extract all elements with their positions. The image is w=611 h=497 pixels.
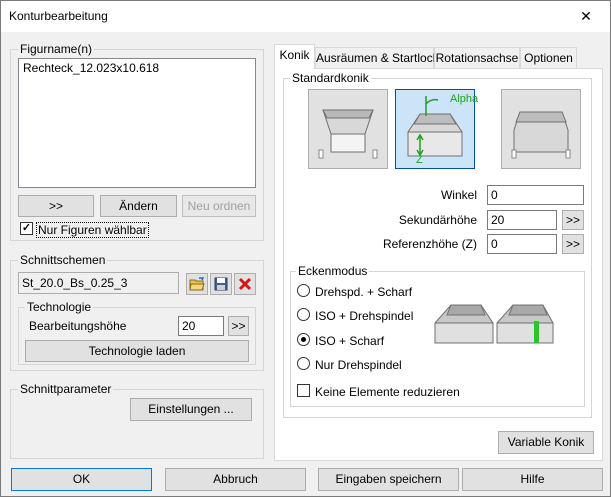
figure-list[interactable]: Rechteck_12.023x10.618 (18, 58, 256, 188)
tab-konik[interactable]: Konik (274, 44, 315, 69)
corner-mode-label-0: Drehspd. + Scharf (315, 285, 413, 299)
reference-height-button[interactable]: >> (562, 234, 584, 254)
winkel-label: Winkel (440, 188, 477, 202)
reorder-button[interactable]: Neu ordnen (182, 195, 256, 217)
winkel-input[interactable]: 0 (487, 185, 584, 205)
reduce-elements-checkbox[interactable] (297, 384, 310, 397)
cancel-button[interactable]: Abbruch (165, 468, 306, 491)
secondary-height-button[interactable]: >> (562, 210, 584, 230)
corner-mode-label-2: ISO + Scharf (315, 334, 385, 348)
schnittparameter-group-label: Schnittparameter (18, 382, 114, 396)
cut-scheme-field[interactable]: St_20.0_Bs_0.25_3 (18, 272, 179, 294)
corner-mode-radio-1[interactable] (297, 308, 310, 321)
secondary-height-input[interactable]: 20 (487, 210, 557, 230)
corner-mode-label-3: Nur Drehspindel (315, 358, 402, 372)
corner-mode-radio-2[interactable] (297, 333, 310, 346)
machining-height-button[interactable]: >> (228, 316, 249, 336)
technologie-group-label: Technologie (25, 300, 94, 314)
settings-button[interactable]: Einstellungen ... (130, 398, 252, 421)
move-figure-button[interactable]: >> (18, 195, 94, 217)
standardkonik-group-label: Standardkonik (290, 71, 371, 85)
change-button[interactable]: Ändern (100, 195, 177, 217)
corner-mode-radio-0[interactable] (297, 284, 310, 297)
save-inputs-button[interactable]: Eingaben speichern (318, 468, 459, 491)
title-bar: Konturbearbeitung ✕ (1, 1, 610, 32)
reference-height-input[interactable]: 0 (487, 234, 557, 254)
machining-height-input[interactable]: 20 (178, 316, 224, 336)
corner-mode-preview-icon (434, 304, 554, 344)
schnittschemen-group-label: Schnittschemen (18, 253, 108, 267)
reference-height-label: Referenzhöhe (Z) (382, 237, 477, 251)
taper-variable-button[interactable] (501, 89, 581, 169)
alpha-label: Alpha (450, 93, 479, 105)
machining-height-label: Bearbeitungshöhe (29, 319, 127, 333)
eckenmodus-group-label: Eckenmodus (296, 264, 370, 278)
variable-konik-button[interactable]: Variable Konik (498, 431, 594, 454)
only-figures-label: Nur Figuren wählbar (36, 222, 149, 238)
secondary-height-label: Sekundärhöhe (398, 213, 477, 227)
taper-inward-icon (318, 109, 378, 159)
load-technology-button[interactable]: Technologie laden (25, 340, 249, 362)
ok-button[interactable]: OK (11, 468, 152, 491)
tab-rotationsachse[interactable]: Rotationsachse (434, 47, 520, 68)
z-label: Z (416, 154, 423, 166)
konik-tab-panel: Standardkonik Alpha Z Winkel 0 Sekundärh… (274, 68, 603, 461)
taper-outward-button[interactable]: Alpha Z (395, 89, 479, 169)
save-icon (214, 277, 228, 291)
delete-scheme-button[interactable] (234, 273, 256, 295)
close-icon[interactable]: ✕ (563, 1, 609, 32)
folder-open-icon (189, 277, 205, 291)
figurname-group-label: Figurname(n) (18, 42, 95, 56)
tab-ausraeumen-startloch[interactable]: Ausräumen & Startloch (315, 47, 439, 68)
help-button[interactable]: Hilfe (462, 468, 603, 491)
cut-scheme-value: St_20.0_Bs_0.25_3 (22, 276, 128, 290)
taper-inward-button[interactable] (308, 89, 388, 169)
taper-variable-icon (511, 111, 571, 159)
window-title: Konturbearbeitung (9, 9, 108, 23)
list-item[interactable]: Rechteck_12.023x10.618 (23, 61, 159, 75)
corner-mode-label-1: ISO + Drehspindel (315, 309, 414, 323)
only-figures-checkbox[interactable]: ✓ (20, 222, 33, 235)
dialog-window: Konturbearbeitung ✕ Figurname(n) Rechtec… (0, 0, 611, 497)
corner-mode-radio-3[interactable] (297, 357, 310, 370)
reduce-elements-label: Keine Elemente reduzieren (315, 385, 460, 399)
tab-optionen[interactable]: Optionen (520, 47, 577, 68)
open-folder-button[interactable] (186, 273, 208, 295)
save-scheme-button[interactable] (210, 273, 232, 295)
delete-icon (238, 277, 252, 291)
